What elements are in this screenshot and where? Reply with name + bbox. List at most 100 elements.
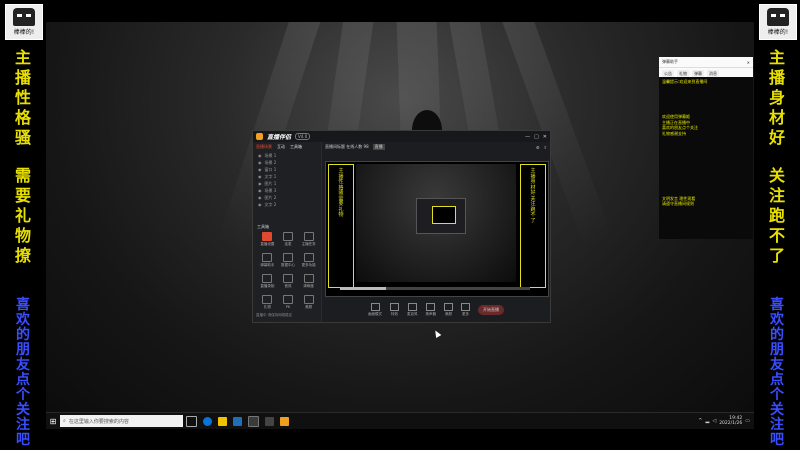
scene-item[interactable]: ◉ 文字 1 [253, 173, 321, 180]
maximize-icon[interactable]: □ [534, 134, 539, 140]
tab-scenes[interactable]: 直播场景 [256, 144, 272, 150]
banner-char: 吧 [770, 432, 784, 448]
tool-button[interactable]: 美颜 [298, 295, 319, 310]
banner-char: 骚 [14, 128, 31, 147]
banner-char: 性 [14, 88, 31, 107]
tool-label: 更多功能 [301, 263, 316, 267]
tool-icon [282, 274, 293, 283]
avatar-right: 棒棒的! [759, 4, 797, 40]
tab-interact[interactable]: 互动 [277, 144, 285, 150]
tool-button[interactable]: 主播任务 [298, 232, 319, 247]
scene-list: ◉ 场景 1 ◉ 场景 2 ◉ 窗口 1 ◉ 文字 1 ◉ 图片 1 ◉ 场景 3 ◉ 图片 2 ◉ 文字 2 [253, 152, 321, 208]
eye-icon[interactable]: ◉ [258, 160, 262, 165]
eye-icon[interactable]: ◉ [258, 153, 262, 158]
scene-item[interactable]: ◉ 场景 1 [253, 152, 321, 159]
banner-char: 播 [14, 68, 31, 87]
scene-item[interactable]: ◉ 窗口 1 [253, 166, 321, 173]
scene-label: 文字 1 [264, 173, 277, 179]
tab-toolbox[interactable]: 工具箱 [290, 144, 302, 150]
avatar-left: 棒棒的! [5, 4, 43, 40]
share-icon[interactable]: ⇪ [544, 145, 547, 150]
chat-message-list: 温馨提示:欢迎来到直播间 欢迎使用弹幕姬 主播正在直播中 喜欢的朋友点个关注 礼… [659, 77, 753, 239]
bottom-tool-icon [444, 303, 453, 311]
tool-button[interactable]: 数据中心 [278, 253, 299, 268]
banner-char: 撩 [14, 246, 31, 265]
store-icon[interactable] [233, 416, 242, 426]
tool-button[interactable]: 直播设置 [257, 232, 278, 247]
banner-char: 个 [16, 387, 30, 403]
tool-button[interactable]: 音效 [278, 274, 299, 289]
tool-button[interactable]: PK [278, 295, 299, 310]
preview-right-banner: 主播身材好关注跑不了 [520, 164, 546, 288]
tool-button[interactable]: 礼物 [257, 295, 278, 310]
stream-preview[interactable]: 主播性格骚需要礼物 主播身材好关注跑不了 [325, 161, 549, 297]
tool-button[interactable]: 更多功能 [298, 253, 319, 268]
start-live-button[interactable]: 开始直播 [478, 305, 504, 315]
tray-icon[interactable]: ^ [698, 418, 702, 424]
avatar-caption: 棒棒的! [767, 29, 789, 36]
bottom-tool-icon [390, 303, 399, 311]
taskbar: ⊞ ⌕ 在这里输入你要搜索的内容 ^ ▂ ◁ 19:42 2022/1/26 ▭ [46, 412, 754, 429]
settings-icon[interactable]: ⚙ [536, 145, 540, 150]
folder-icon[interactable] [218, 416, 227, 426]
tool-button[interactable]: 直播录制 [257, 274, 278, 289]
banner-char: 注 [768, 186, 785, 205]
windows-icon[interactable]: ⊞ [46, 413, 60, 429]
banner-char: 了 [768, 246, 785, 265]
edge-icon[interactable] [203, 416, 212, 426]
bottom-tool-button[interactable]: 扬声器 [426, 303, 436, 317]
eye-icon[interactable]: ◉ [258, 202, 262, 207]
live-app-taskbar-icon[interactable] [280, 416, 289, 426]
scene-item[interactable]: ◉ 场景 2 [253, 159, 321, 166]
taskbar-search[interactable]: ⌕ 在这里输入你要搜索的内容 [60, 415, 183, 427]
close-icon[interactable]: ✕ [543, 134, 547, 140]
tool-label: 礼物 [263, 305, 271, 309]
bottom-tool-icon [461, 303, 470, 311]
chat-panel[interactable]: 弹幕助手 ✕ 公告 礼物 弹幕 消息 温馨提示:欢迎来到直播间 欢迎使用弹幕姬 … [659, 57, 753, 239]
bottom-tool-button[interactable]: 美颜 [444, 303, 453, 317]
banner-char: 吧 [16, 432, 30, 448]
scene-item[interactable]: ◉ 文字 2 [253, 201, 321, 208]
tool-button[interactable]: 连麦 [278, 232, 299, 247]
scene-item[interactable]: ◉ 图片 1 [253, 180, 321, 187]
tool-label: 音效 [284, 284, 292, 288]
chat-message: 温馨提示:欢迎来到直播间 [662, 79, 708, 84]
right-blue-text: 喜欢的朋友点个关注吧 [754, 298, 800, 448]
left-panel: 直播场景 互动 工具箱 ◉ 场景 1 ◉ 场景 2 ◉ 窗口 1 ◉ 文字 1 ◉ 图片 1 ◉ 场景… [253, 142, 322, 322]
notification-icon[interactable]: ▭ [745, 418, 750, 424]
bottom-tool-button[interactable]: 画面模式 [368, 303, 382, 317]
eye-icon[interactable]: ◉ [258, 167, 262, 172]
scene-item[interactable]: ◉ 图片 2 [253, 194, 321, 201]
eye-icon[interactable]: ◉ [258, 174, 262, 179]
preview-left-banner: 主播性格骚需要礼物 [328, 164, 354, 288]
tool-button[interactable]: 弹幕助手 [257, 253, 278, 268]
eye-icon[interactable]: ◉ [258, 188, 262, 193]
eye-icon[interactable]: ◉ [258, 181, 262, 186]
app-icon[interactable] [265, 416, 274, 426]
minimize-icon[interactable]: — [525, 134, 530, 140]
steam-icon[interactable] [248, 415, 259, 427]
volume-icon[interactable]: ◁ [712, 418, 716, 424]
scene-label: 场景 2 [264, 159, 277, 165]
bottom-tool-button[interactable]: 麦克风 [407, 303, 418, 317]
scene-item[interactable]: ◉ 场景 3 [253, 187, 321, 194]
eye-icon[interactable]: ◉ [258, 195, 262, 200]
task-view-icon[interactable] [186, 415, 197, 427]
bottom-tool-icon [370, 303, 380, 311]
live-streaming-app-window[interactable]: 直播伴侣 V4.0 — □ ✕ 直播场景 互动 工具箱 ◉ 场景 1 ◉ 场景 2 ◉ 窗… [252, 130, 551, 323]
bottom-tool-icon [407, 303, 417, 311]
network-icon[interactable]: ▂ [705, 418, 709, 424]
close-icon[interactable]: ✕ [747, 60, 750, 65]
clock[interactable]: 19:42 2022/1/26 [719, 416, 742, 427]
tool-button[interactable]: 清晰度 [298, 274, 319, 289]
bottom-tool-button[interactable]: 特效 [390, 303, 399, 317]
banner-char: 注 [770, 417, 784, 433]
tool-label: 弹幕助手 [260, 263, 275, 267]
bottom-tool-button[interactable]: 更多 [461, 303, 470, 317]
banner-char: 关 [770, 402, 784, 418]
bottom-tool-label: 美颜 [445, 312, 452, 316]
clock-date: 2022/1/26 [719, 421, 743, 426]
chat-title: 弹幕助手 [662, 59, 678, 64]
tool-icon [262, 232, 273, 241]
preview-progress-bar [340, 287, 530, 290]
